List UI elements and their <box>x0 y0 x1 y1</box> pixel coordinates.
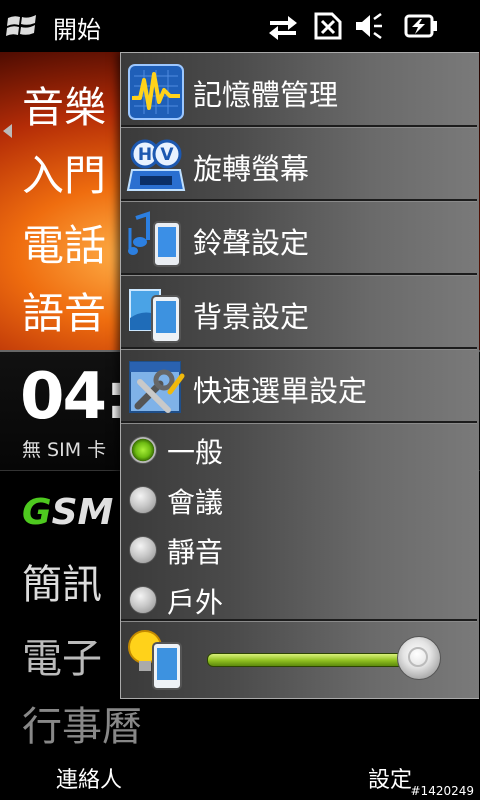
quick-menu-label: 鈴聲設定 <box>193 226 310 260</box>
radio-unselected[interactable] <box>129 486 157 514</box>
softkey-bar: 連絡人 設定 #1420249 <box>0 752 480 800</box>
separator <box>121 619 477 622</box>
softkey-settings[interactable]: 設定 <box>368 762 412 794</box>
quickmenu-tools-icon <box>129 361 185 413</box>
home-item-calendar[interactable]: 行事曆 <box>22 694 142 752</box>
profile-option-outdoor[interactable]: 戶外 <box>121 577 479 625</box>
scroll-left-arrow-icon[interactable] <box>3 124 12 138</box>
profile-label: 靜音 <box>167 536 224 569</box>
no-sim-icon <box>314 12 342 40</box>
data-transfer-icon <box>269 16 297 40</box>
radio-unselected[interactable] <box>129 586 157 614</box>
home-item-messages[interactable]: 簡訊 <box>22 552 102 610</box>
quick-menu-label: 快速選單設定 <box>193 374 368 408</box>
radio-selected[interactable] <box>129 436 157 464</box>
separator <box>121 421 477 424</box>
quick-menu-label: 記憶體管理 <box>193 78 339 112</box>
separator <box>121 199 477 202</box>
separator <box>121 273 477 276</box>
battery-charging-icon <box>404 14 437 38</box>
profile-option-normal[interactable]: 一般 <box>121 427 479 475</box>
start-label[interactable]: 開始 <box>53 10 101 45</box>
quick-menu-item-wallpaper[interactable]: 背景設定 <box>121 277 479 349</box>
svg-text:H: H <box>138 145 152 165</box>
watermark-id: #1420249 <box>410 784 475 798</box>
wallpaper-icon <box>129 289 181 343</box>
gsm-logo: GSM <box>22 492 114 533</box>
brightness-row <box>121 623 479 695</box>
home-item-phone[interactable]: 電話 <box>22 212 106 273</box>
separator <box>121 125 477 128</box>
quick-menu-item-quickmenu-settings[interactable]: 快速選單設定 <box>121 351 479 423</box>
home-item-getting-started[interactable]: 入門 <box>22 142 106 203</box>
ringtone-icon <box>128 211 181 267</box>
brightness-bulb-icon <box>128 630 182 690</box>
radio-unselected[interactable] <box>129 536 157 564</box>
svg-text:V: V <box>160 145 174 165</box>
profile-option-silent[interactable]: 靜音 <box>121 527 479 575</box>
brightness-slider-handle[interactable] <box>396 636 441 680</box>
profile-label: 會議 <box>167 486 224 519</box>
quick-menu-item-memory[interactable]: 記憶體管理 <box>121 55 479 127</box>
profile-label: 戶外 <box>167 586 224 619</box>
profile-label: 一般 <box>167 436 224 469</box>
softkey-contacts[interactable]: 連絡人 <box>56 762 122 794</box>
home-item-music[interactable]: 音樂 <box>22 74 106 135</box>
memory-graph-icon <box>128 64 184 120</box>
windows-flag-icon[interactable] <box>6 12 38 40</box>
home-item-email[interactable]: 電子 <box>22 626 102 684</box>
quick-menu-item-rotate[interactable]: H V 旋轉螢幕 <box>121 129 479 201</box>
quick-menu-label: 旋轉螢幕 <box>193 152 310 186</box>
quick-menu-panel: 記憶體管理 H V 旋轉螢幕 鈴聲設定 背景設定 快速選單設定 一般 會議 靜音… <box>120 52 479 699</box>
sim-status: 無 SIM 卡 <box>22 439 107 461</box>
clock-time: 04: <box>20 360 131 434</box>
quick-menu-label: 背景設定 <box>193 300 310 334</box>
home-item-voice[interactable]: 語音 <box>22 280 106 341</box>
separator <box>121 347 477 350</box>
profile-option-meeting[interactable]: 會議 <box>121 477 479 525</box>
quick-menu-item-ringtone[interactable]: 鈴聲設定 <box>121 203 479 275</box>
rotate-screen-icon: H V <box>126 139 186 191</box>
volume-muted-icon <box>356 12 382 40</box>
status-bar: 開始 <box>0 0 480 52</box>
